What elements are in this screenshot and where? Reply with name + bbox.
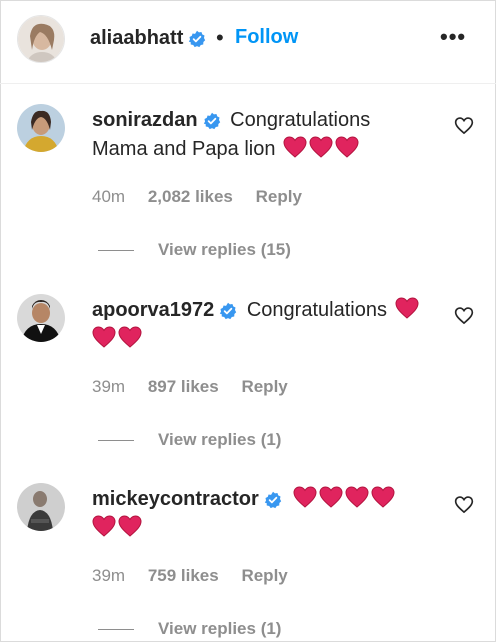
heart-emoji-group	[291, 486, 395, 510]
view-replies-button[interactable]: View replies (1)	[98, 430, 281, 450]
like-heart-icon[interactable]	[454, 306, 474, 326]
red-heart-emoji-icon	[345, 486, 369, 508]
comment-meta: 39m 897 likes Reply	[92, 377, 306, 397]
commenter-avatar[interactable]	[17, 104, 65, 152]
heart-emoji-group	[281, 136, 359, 160]
comment-item: apoorva1972 Congratulations 39m 897 like…	[0, 294, 496, 464]
red-heart-emoji-icon	[92, 326, 116, 348]
replies-divider-line	[98, 629, 134, 631]
comment-text: sonirazdan Congratulations Mama and Papa…	[92, 106, 432, 164]
red-heart-emoji-icon	[371, 486, 395, 508]
red-heart-emoji-icon	[118, 326, 142, 348]
heart-emoji-group	[92, 515, 142, 539]
red-heart-emoji-icon	[293, 486, 317, 508]
view-replies-label: View replies (1)	[158, 619, 282, 638]
comment-like-count[interactable]: 2,082 likes	[148, 187, 233, 206]
commenter-username[interactable]: sonirazdan	[92, 109, 221, 131]
comment-text: mickeycontractor	[92, 485, 432, 543]
red-heart-emoji-icon	[335, 136, 359, 158]
more-options-button[interactable]: •••	[440, 24, 466, 50]
comment-time: 39m	[92, 566, 126, 585]
like-heart-icon[interactable]	[454, 495, 474, 515]
author-username[interactable]: aliaabhatt	[90, 27, 206, 50]
view-replies-label: View replies (1)	[158, 430, 282, 449]
red-heart-emoji-icon	[118, 515, 142, 537]
comment-body: Congratulations	[246, 299, 387, 321]
comment-meta: 39m 759 likes Reply	[92, 566, 306, 586]
view-replies-label: View replies (15)	[158, 240, 291, 259]
comment-item: sonirazdan Congratulations Mama and Papa…	[0, 104, 496, 274]
commenter-username[interactable]: apoorva1972	[92, 299, 237, 321]
comment-time: 40m	[92, 187, 126, 206]
heart-emoji-group	[393, 297, 419, 321]
red-heart-emoji-icon	[92, 515, 116, 537]
comment-like-count[interactable]: 897 likes	[148, 377, 219, 396]
comment-text: apoorva1972 Congratulations	[92, 296, 432, 354]
reply-button[interactable]: Reply	[241, 566, 287, 585]
view-replies-button[interactable]: View replies (15)	[98, 240, 291, 260]
red-heart-emoji-icon	[309, 136, 333, 158]
red-heart-emoji-icon	[283, 136, 307, 158]
red-heart-emoji-icon	[395, 297, 419, 319]
verified-badge-icon	[220, 302, 237, 319]
commenter-username[interactable]: mickeycontractor	[92, 488, 282, 510]
verified-badge-icon	[189, 30, 206, 47]
post-header: aliaabhatt • Follow •••	[0, 0, 496, 84]
view-replies-button[interactable]: View replies (1)	[98, 619, 281, 639]
author-avatar[interactable]	[17, 15, 65, 63]
replies-divider-line	[98, 440, 134, 442]
separator-dot: •	[216, 25, 224, 50]
reply-button[interactable]: Reply	[256, 187, 302, 206]
like-heart-icon[interactable]	[454, 116, 474, 136]
comment-like-count[interactable]: 759 likes	[148, 566, 219, 585]
replies-divider-line	[98, 250, 134, 252]
red-heart-emoji-icon	[319, 486, 343, 508]
comment-item: mickeycontractor 39m 759 likes Reply Vie…	[0, 483, 496, 642]
commenter-avatar[interactable]	[17, 294, 65, 342]
comment-meta: 40m 2,082 likes Reply	[92, 187, 320, 207]
commenter-avatar[interactable]	[17, 483, 65, 531]
verified-badge-icon	[264, 491, 281, 508]
verified-badge-icon	[203, 112, 220, 129]
heart-emoji-group	[92, 326, 142, 350]
comment-body-line2: Mama and Papa lion	[92, 138, 276, 160]
comment-body-line1: Congratulations	[230, 109, 371, 131]
reply-button[interactable]: Reply	[241, 377, 287, 396]
follow-button[interactable]: Follow	[235, 26, 298, 49]
comment-time: 39m	[92, 377, 126, 396]
